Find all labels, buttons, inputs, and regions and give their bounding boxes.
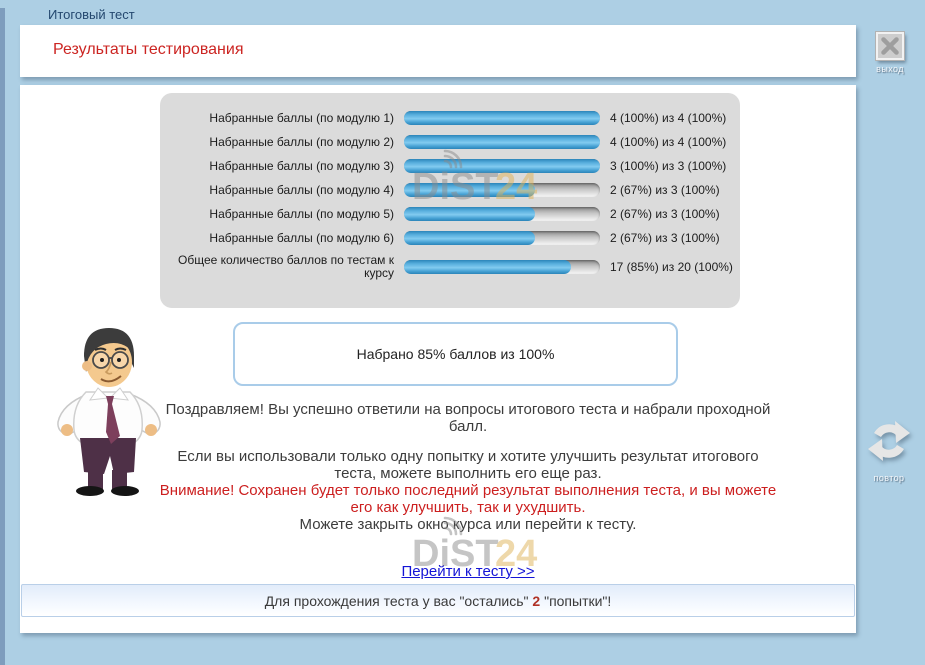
results-panel: Набранные баллы (по модулю 1) 4 (100%) и…	[160, 93, 740, 308]
progress-bar	[404, 159, 600, 173]
score-box: Набрано 85% баллов из 100%	[233, 322, 678, 386]
header: Результаты тестирования	[20, 25, 856, 77]
exit-button-label: выход	[871, 64, 909, 74]
result-row: Набранные баллы (по модулю 2) 4 (100%) и…	[178, 130, 726, 154]
content-panel: Набранные баллы (по модулю 1) 4 (100%) и…	[20, 85, 856, 633]
goto-test-link[interactable]: Перейти к тесту >>	[401, 563, 534, 580]
result-message: Поздравляем! Вы успешно ответили на вопр…	[158, 401, 778, 580]
result-row-label: Набранные баллы (по модулю 3)	[178, 160, 404, 173]
page-title: Результаты тестирования	[53, 41, 243, 59]
progress-fill	[404, 183, 535, 197]
progress-bar	[404, 207, 600, 221]
result-row: Набранные баллы (по модулю 3) 3 (100%) и…	[178, 154, 726, 178]
progress-bar	[404, 231, 600, 245]
progress-bar	[404, 183, 600, 197]
result-row-value: 2 (67%) из 3 (100%)	[600, 207, 720, 221]
attempts-count: 2	[532, 593, 540, 609]
close-icon	[876, 32, 904, 60]
result-row-label: Набранные баллы (по модулю 5)	[178, 208, 404, 221]
score-box-text: Набрано 85% баллов из 100%	[357, 346, 555, 362]
message-retry-info: Если вы использовали только одну попытку…	[158, 448, 778, 482]
message-warning: Внимание! Сохранен будет только последни…	[158, 482, 778, 516]
progress-bar	[404, 260, 600, 274]
results-rows: Набранные баллы (по модулю 1) 4 (100%) и…	[178, 106, 726, 280]
progress-fill	[404, 260, 571, 274]
result-row-value: 2 (67%) из 3 (100%)	[600, 231, 720, 245]
result-row: Общее количество баллов по тестам к курс…	[178, 254, 726, 280]
repeat-button[interactable]: повтор	[861, 418, 917, 483]
result-row-label: Набранные баллы (по модулю 1)	[178, 112, 404, 125]
result-row-label: Набранные баллы (по модулю 6)	[178, 232, 404, 245]
result-row: Набранные баллы (по модулю 5) 2 (67%) из…	[178, 202, 726, 226]
repeat-button-label: повтор	[861, 473, 917, 483]
progress-bar	[404, 111, 600, 125]
attempts-text-after: "попытки"!	[540, 593, 611, 609]
result-row-label: Набранные баллы (по модулю 4)	[178, 184, 404, 197]
progress-fill	[404, 231, 535, 245]
attempts-bar: Для прохождения теста у вас "остались" 2…	[21, 584, 855, 617]
result-row-label: Набранные баллы (по модулю 2)	[178, 136, 404, 149]
message-close-info: Можете закрыть окно курса или перейти к …	[158, 516, 778, 533]
teacher-character-illustration	[48, 322, 168, 500]
result-row-value: 4 (100%) из 4 (100%)	[600, 135, 726, 149]
exit-button[interactable]: выход	[871, 32, 909, 74]
window-title: Итоговый тест	[48, 7, 135, 22]
progress-fill	[404, 207, 535, 221]
result-row-value: 2 (67%) из 3 (100%)	[600, 183, 720, 197]
progress-fill	[404, 135, 600, 149]
result-row-value: 4 (100%) из 4 (100%)	[600, 111, 726, 125]
progress-fill	[404, 111, 600, 125]
result-row-label: Общее количество баллов по тестам к курс…	[178, 254, 404, 280]
result-row-value: 17 (85%) из 20 (100%)	[600, 260, 733, 274]
message-congrats: Поздравляем! Вы успешно ответили на вопр…	[158, 401, 778, 435]
result-row-value: 3 (100%) из 3 (100%)	[600, 159, 726, 173]
result-row: Набранные баллы (по модулю 6) 2 (67%) из…	[178, 226, 726, 250]
repeat-icon	[866, 418, 912, 464]
left-edge-strip	[0, 8, 5, 665]
attempts-text-before: Для прохождения теста у вас "остались"	[265, 593, 533, 609]
result-row: Набранные баллы (по модулю 4) 2 (67%) из…	[178, 178, 726, 202]
progress-bar	[404, 135, 600, 149]
progress-fill	[404, 159, 600, 173]
result-row: Набранные баллы (по модулю 1) 4 (100%) и…	[178, 106, 726, 130]
